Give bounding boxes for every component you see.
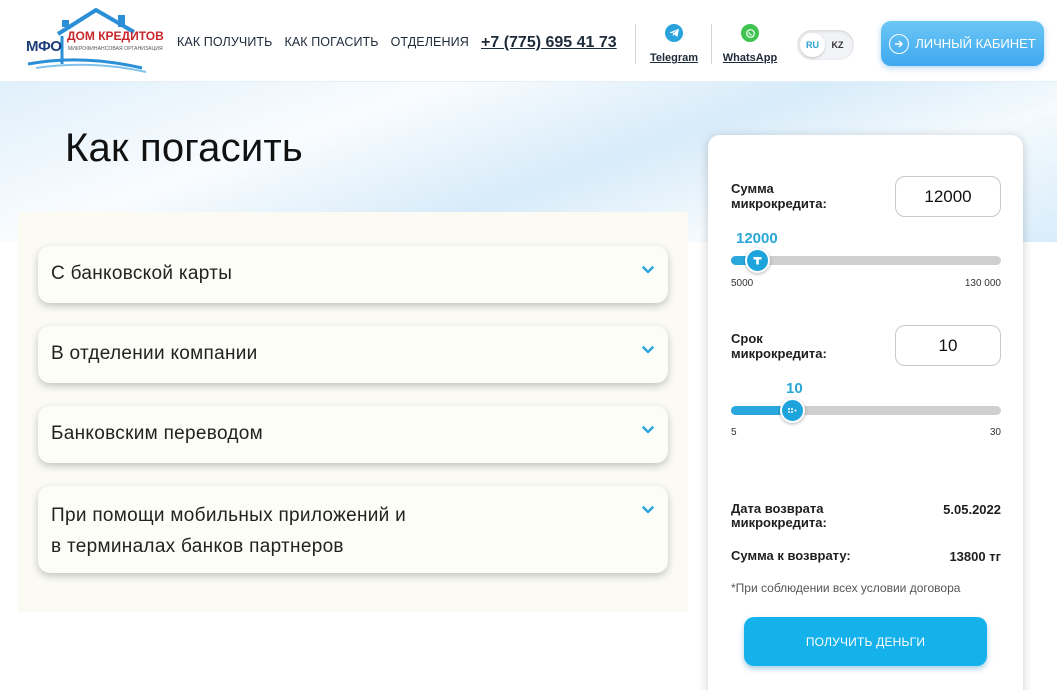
- terms-note: *При соблюдении всех условии договора: [731, 581, 961, 595]
- return-sum-label: Сумма к возврату:: [731, 548, 851, 563]
- whatsapp-link[interactable]: WhatsApp: [721, 24, 779, 66]
- accordion-item-label: В отделении компании: [51, 343, 258, 364]
- chevron-down-icon: [642, 506, 654, 514]
- nav-how-to-get[interactable]: КАК ПОЛУЧИТЬ: [177, 35, 272, 49]
- term-max-label: 30: [989, 427, 1001, 438]
- phone-link[interactable]: +7 (775) 695 41 73: [481, 34, 617, 52]
- chevron-down-icon: [642, 266, 654, 274]
- arrow-right-circle-icon: [889, 33, 910, 54]
- term-slider-handle[interactable]: [780, 398, 805, 423]
- amount-max-label: 130 000: [964, 278, 1001, 289]
- grip-icon: [753, 257, 762, 265]
- amount-slider-handle[interactable]: [745, 248, 770, 273]
- amount-label-line1: Сумма: [731, 181, 774, 196]
- telegram-icon: [665, 24, 683, 42]
- nav-branches[interactable]: ОТДЕЛЕНИЯ: [391, 35, 469, 49]
- term-slider[interactable]: [731, 398, 1001, 423]
- header-divider: [635, 24, 636, 64]
- term-input[interactable]: 10: [895, 325, 1001, 366]
- term-label-line1: Срок: [731, 331, 763, 346]
- page-title: Как погасить: [65, 126, 303, 170]
- get-money-button[interactable]: ПОЛУЧИТЬ ДЕНЬГИ: [744, 617, 987, 666]
- chevron-down-icon: [642, 426, 654, 434]
- chevron-down-icon: [642, 346, 654, 354]
- term-min-label: 5: [731, 427, 737, 438]
- accordion-item-bank-transfer[interactable]: Банковским переводом: [38, 406, 668, 463]
- logo-subtitle-text: МИКРОФИНАНСОВАЯ ОРГАНИЗАЦИЯ: [68, 46, 163, 52]
- main-nav: КАК ПОЛУЧИТЬ КАК ПОГАСИТЬ ОТДЕЛЕНИЯ: [177, 35, 469, 49]
- term-slider-value: 10: [786, 380, 803, 397]
- loan-calculator: Сумма микрокредита: 12000 12000 5000 130…: [708, 135, 1023, 690]
- grip-dots-icon: [788, 408, 797, 413]
- amount-input[interactable]: 12000: [895, 176, 1001, 217]
- company-logo[interactable]: МФО ДОМ КРЕДИТОВ МИКРОФИНАНСОВАЯ ОРГАНИЗ…: [22, 6, 164, 74]
- amount-label-line2: микрокредита:: [731, 196, 827, 211]
- term-label: Срок микрокредита:: [731, 331, 827, 361]
- telegram-label: Telegram: [649, 52, 699, 64]
- header-divider: [711, 24, 712, 64]
- accordion-item-mobile-apps-terminals[interactable]: При помощи мобильных приложений и в терм…: [38, 486, 668, 573]
- lang-kz-option[interactable]: KZ: [825, 33, 850, 57]
- return-date-label: Дата возврата микрокредита:: [731, 502, 827, 530]
- amount-min-label: 5000: [731, 278, 754, 289]
- whatsapp-label: WhatsApp: [722, 52, 778, 64]
- accordion-item-company-office[interactable]: В отделении компании: [38, 326, 668, 383]
- lang-ru-option[interactable]: RU: [800, 33, 825, 57]
- term-label-line2: микрокредита:: [731, 346, 827, 361]
- site-header: МФО ДОМ КРЕДИТОВ МИКРОФИНАНСОВАЯ ОРГАНИЗ…: [0, 0, 1057, 82]
- personal-cabinet-label: ЛИЧНЫЙ КАБИНЕТ: [915, 36, 1036, 51]
- telegram-link[interactable]: Telegram: [646, 24, 702, 66]
- accordion-item-label: При помощи мобильных приложений и: [51, 505, 407, 526]
- whatsapp-icon: [741, 24, 759, 42]
- language-switcher[interactable]: RU KZ: [797, 30, 854, 60]
- personal-cabinet-button[interactable]: ЛИЧНЫЙ КАБИНЕТ: [881, 21, 1044, 66]
- accordion-item-label: С банковской карты: [51, 263, 233, 284]
- nav-how-to-repay[interactable]: КАК ПОГАСИТЬ: [284, 35, 378, 49]
- amount-slider[interactable]: [731, 248, 1001, 273]
- return-date-value: 5.05.2022: [943, 502, 1001, 517]
- return-sum-value: 13800 тг: [949, 549, 1001, 564]
- accordion-item-label-line2: в терминалах банков партнеров: [51, 536, 344, 557]
- amount-label: Сумма микрокредита:: [731, 181, 827, 211]
- amount-slider-value: 12000: [736, 230, 778, 247]
- accordion-item-bank-card[interactable]: С банковской карты: [38, 246, 668, 303]
- logo-mfo-text: МФО: [26, 38, 62, 55]
- accordion-item-label: Банковским переводом: [51, 423, 264, 444]
- return-date-label-line2: микрокредита:: [731, 515, 827, 530]
- return-date-label-line1: Дата возврата: [731, 501, 824, 516]
- logo-name-text: ДОМ КРЕДИТОВ: [67, 29, 164, 43]
